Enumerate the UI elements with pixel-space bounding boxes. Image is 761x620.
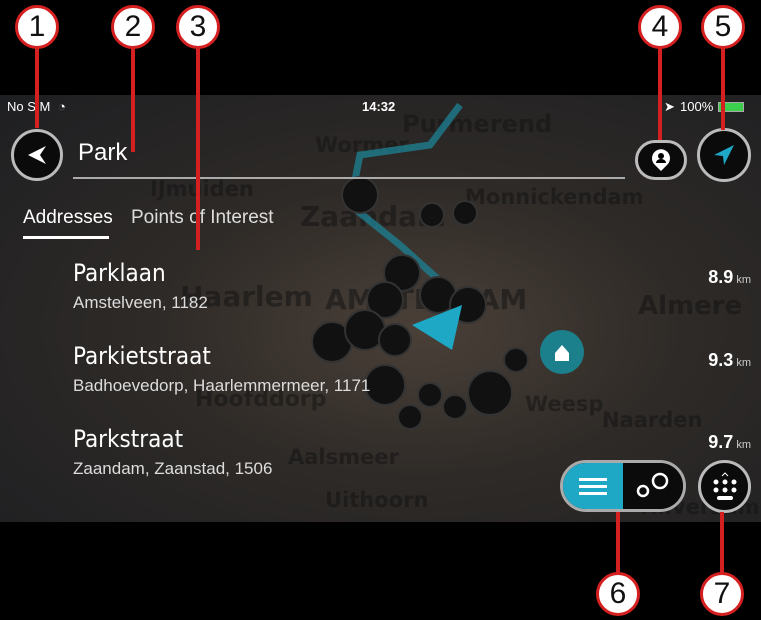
result-detail: Zaandam, Zaanstad, 1506 xyxy=(73,459,273,478)
my-places-button[interactable] xyxy=(635,140,687,180)
result-distance: 9.3 km xyxy=(708,350,751,371)
distance-unit: km xyxy=(736,357,751,369)
callout-2: 2 xyxy=(111,5,155,49)
current-location-button[interactable] xyxy=(697,128,751,182)
distance-value: 8.9 xyxy=(708,267,734,287)
search-underline xyxy=(73,177,625,179)
keyboard-icon xyxy=(713,471,736,500)
distance-value: 9.7 xyxy=(708,432,734,452)
keyboard-button[interactable] xyxy=(698,460,751,513)
result-detail: Badhoevedorp, Haarlemmermeer, 1171 xyxy=(73,376,371,395)
callout-line xyxy=(196,48,200,250)
tab-active-indicator xyxy=(23,236,109,239)
distance-unit: km xyxy=(736,439,751,451)
list-view-button[interactable] xyxy=(563,463,623,509)
callout-3: 3 xyxy=(176,5,220,49)
callout-line xyxy=(131,48,135,152)
callout-line xyxy=(616,512,620,574)
callout-line xyxy=(720,512,724,574)
result-name: Parkstraat xyxy=(73,425,184,453)
callout-line xyxy=(658,48,662,140)
person-pin-icon xyxy=(652,149,670,171)
tab-addresses[interactable]: Addresses xyxy=(23,207,113,229)
result-distance: 8.9 km xyxy=(708,267,751,288)
callout-line xyxy=(721,48,725,130)
result-name: Parkietstraat xyxy=(73,342,211,370)
location-arrow-icon: ➤ xyxy=(664,99,675,114)
search-input[interactable]: Park xyxy=(78,139,127,167)
list-icon xyxy=(579,478,607,495)
map-view-button[interactable] xyxy=(623,463,683,509)
tab-points-of-interest[interactable]: Points of Interest xyxy=(131,207,274,229)
result-detail: Amstelveen, 1182 xyxy=(73,293,208,312)
back-arrow-icon xyxy=(28,146,46,164)
callout-5: 5 xyxy=(701,5,745,49)
flag-marker-icon xyxy=(341,176,379,214)
carrier: No SIM xyxy=(7,99,51,114)
clock: 14:32 xyxy=(362,99,396,114)
callout-7: 7 xyxy=(700,572,744,616)
navigation-arrow-icon xyxy=(714,145,734,165)
result-distance: 9.7 km xyxy=(708,432,751,453)
callout-4: 4 xyxy=(638,5,682,49)
list-map-toggle[interactable] xyxy=(560,460,686,512)
wifi-icon: ◔ xyxy=(58,99,66,114)
battery-percent: 100% xyxy=(680,99,714,114)
distance-unit: km xyxy=(736,274,751,286)
result-name: Parklaan xyxy=(73,259,166,287)
distance-value: 9.3 xyxy=(708,350,734,370)
back-button[interactable] xyxy=(11,129,63,181)
app-screen: Purmerend Wormer IJmuiden Zaandam Monnic… xyxy=(0,95,761,522)
callout-line xyxy=(35,48,39,128)
callout-6: 6 xyxy=(596,572,640,616)
map-pins-icon xyxy=(636,472,669,498)
callout-1: 1 xyxy=(15,5,59,49)
